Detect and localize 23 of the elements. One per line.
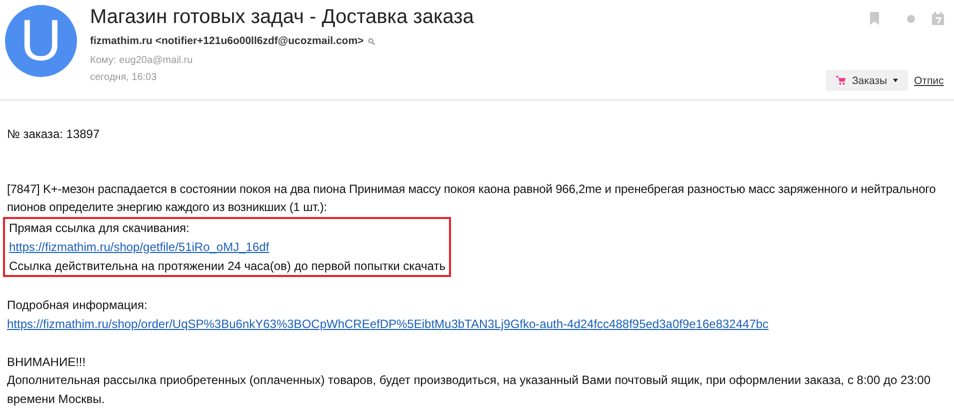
dot-icon[interactable] xyxy=(907,14,915,22)
search-icon[interactable] xyxy=(368,38,375,44)
sender-address: fizmathim.ru <notifier+121u6o00ll6zdf@ucozmail.com> xyxy=(90,35,364,47)
date: сегодня, 16:03 xyxy=(90,71,158,85)
caret-icon xyxy=(893,78,898,83)
avatar: U xyxy=(5,5,77,77)
details-link[interactable]: https://fizmathim.ru/shop/order/UqSP%3Bu6nkY63%3BOCpWhCREefDP%5EibtMu3bTAN3Lj9Gfko-auth-4d24fcc488f95ed3a0f9e16e832447bc xyxy=(7,316,769,331)
bookmark-icon[interactable] xyxy=(870,12,879,25)
download-label: Прямая ссылка для скачивания: xyxy=(9,220,190,238)
email-subject: Магазин готовых задач - Доставка заказа xyxy=(90,5,474,29)
orders-button[interactable]: Заказы xyxy=(826,70,908,91)
download-note: Ссылка действительна на протяжении 24 часа(ов) до первой попытки скачать xyxy=(9,258,446,275)
warning-title: ВНИМАНИЕ!!! xyxy=(7,354,87,371)
details-label: Подробная информация: xyxy=(7,297,148,314)
warning-text: Дополнительная рассылка приобретенных (оплаченных) товаров, будет производиться, на указанный Вами почтовый ящик, при оформлении заказа, с 8:00 до 23:00 времени Москвы. xyxy=(7,372,932,408)
calendar-icon[interactable] xyxy=(932,12,944,25)
unsubscribe-link[interactable]: Отпис xyxy=(914,74,944,86)
download-link[interactable]: https://fizmathim.ru/shop/getfile/51iRo_oMJ_16df xyxy=(9,240,270,254)
item-description: [7847] K+-мезон распадается в состоянии покоя на два пиона Принимая массу покоя каона равной 966,2me и пренебрегая разностью масс заряженного и нейтрального пионов определите энергию каждого из возникших (1 шт.): xyxy=(7,180,937,216)
recipient-label: Кому: xyxy=(90,54,116,66)
cart-icon xyxy=(836,74,846,87)
recipient-address: eug20a@mail.ru xyxy=(119,54,193,66)
order-number: № заказа: 13897 xyxy=(7,126,101,143)
